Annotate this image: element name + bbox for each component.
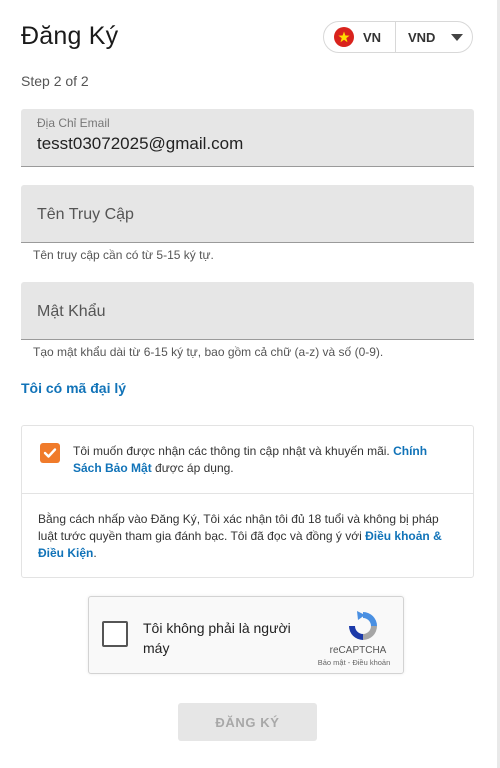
recaptcha-logo-icon	[349, 611, 377, 640]
locale-divider	[395, 21, 396, 53]
email-field[interactable]: Địa Chỉ Email tesst03072025@gmail.com	[21, 109, 474, 167]
username-hint: Tên truy cập cần có từ 5-15 ký tự.	[33, 248, 214, 262]
recaptcha-brand: reCAPTCHA	[329, 645, 387, 656]
password-input[interactable]: Mật Khẩu	[21, 282, 474, 340]
username-input[interactable]: Tên Truy Cập	[21, 185, 474, 243]
password-hint: Tạo mật khẩu dài từ 6-15 ký tự, bao gồm …	[33, 345, 384, 359]
page-title: Đăng Ký	[21, 22, 119, 50]
marketing-consent-text: Tôi muốn được nhận các thông tin cập nhậ…	[73, 443, 458, 477]
consent-text-body: Tôi muốn được nhận các thông tin cập nhậ…	[73, 444, 394, 458]
email-field-label: Địa Chỉ Email	[37, 116, 110, 130]
step-indicator: Step 2 of 2	[21, 73, 89, 89]
username-placeholder: Tên Truy Cập	[37, 206, 134, 223]
recaptcha-label: Tôi không phải là người máy	[143, 620, 291, 656]
agent-code-link[interactable]: Tôi có mã đại lý	[21, 380, 126, 396]
terms-statement: Bằng cách nhấp vào Đăng Ký, Tôi xác nhận…	[38, 511, 458, 562]
consent-panel: Tôi muốn được nhận các thông tin cập nhậ…	[21, 425, 474, 578]
consent-text-suffix: được áp dụng.	[151, 461, 234, 475]
currency-label: VND	[408, 29, 436, 45]
marketing-consent-checkbox[interactable]	[40, 443, 60, 463]
checkmark-icon	[43, 448, 57, 458]
consent-divider	[22, 493, 473, 494]
terms-text-suffix: .	[93, 546, 97, 560]
language-label: VN	[363, 29, 382, 45]
chevron-down-icon	[451, 33, 464, 41]
locale-selector[interactable]: VN VND	[323, 21, 473, 53]
password-placeholder: Mật Khẩu	[37, 303, 106, 320]
recaptcha-widget: Tôi không phải là người máy reCAPTCHA Bả…	[88, 596, 404, 674]
recaptcha-checkbox[interactable]	[102, 621, 128, 647]
vietnam-flag-icon	[334, 27, 354, 47]
email-field-value: tesst03072025@gmail.com	[37, 134, 244, 153]
recaptcha-privacy-terms[interactable]: Bảo mật - Điều khoản	[311, 658, 397, 667]
register-button[interactable]: ĐĂNG KÝ	[178, 703, 317, 741]
